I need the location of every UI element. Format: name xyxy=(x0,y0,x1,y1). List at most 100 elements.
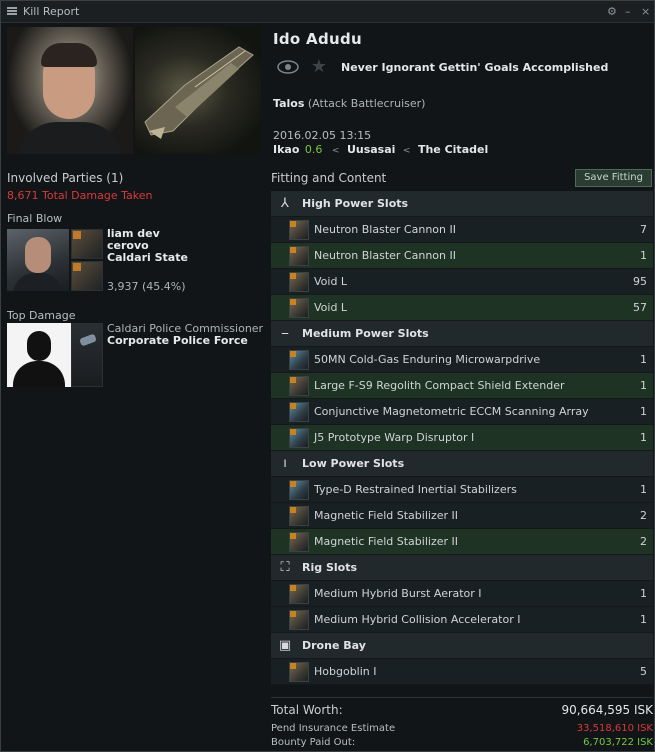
constellation-name[interactable]: Uusasai xyxy=(347,143,395,156)
item-name: Hobgoblin I xyxy=(314,665,377,678)
final-blow-damage-value: 3,937 (45.4%) xyxy=(107,280,186,293)
item-name: Void L xyxy=(314,301,348,314)
mag-stab-icon[interactable] xyxy=(289,506,309,526)
mid-slot-icon: ⎯ xyxy=(281,326,289,341)
security-status: 0.6 xyxy=(304,143,323,156)
fitting-item-row[interactable]: J5 Prototype Warp Disruptor I 1 xyxy=(271,425,653,451)
item-quantity: 1 xyxy=(640,483,647,496)
involved-parties-title: Involved Parties (1) xyxy=(7,171,124,185)
rig-icon[interactable] xyxy=(289,610,309,630)
ship-name[interactable]: Talos xyxy=(273,97,304,110)
tech-tag-icon xyxy=(290,247,296,253)
tech-tag-icon xyxy=(290,299,296,305)
victim-ship-render[interactable] xyxy=(135,27,261,154)
item-quantity: 1 xyxy=(640,431,647,444)
victim-corporation[interactable]: Never Ignorant Gettin' Goals Accomplishe… xyxy=(341,61,608,74)
totals-panel: Total Worth: 90,664,595 ISK Pend Insuran… xyxy=(271,697,653,748)
victim-name[interactable]: Ido Adudu xyxy=(273,30,362,48)
top-damage-corp[interactable]: Corporate Police Force xyxy=(107,335,263,347)
tech-tag-icon xyxy=(290,377,296,383)
section-label: Drone Bay xyxy=(302,639,366,652)
fitting-item-row[interactable]: 50MN Cold-Gas Enduring Microwarpdrive 1 xyxy=(271,347,653,373)
star-icon[interactable]: ★ xyxy=(309,57,329,77)
victim-portrait[interactable] xyxy=(7,27,133,154)
ammo-icon[interactable] xyxy=(289,272,309,292)
close-icon[interactable]: × xyxy=(641,5,650,18)
kill-report-window: Kill Report ⚙ – × Ido Adudu ★ Never Igno… xyxy=(0,0,655,752)
blaster-icon[interactable] xyxy=(289,246,309,266)
fitting-item-row[interactable]: Hobgoblin I 5 xyxy=(271,659,653,685)
fitting-list: ⅄ High Power Slots Neutron Blaster Cannon … xyxy=(271,191,653,685)
top-damage-ship-icon[interactable] xyxy=(71,323,103,387)
item-quantity: 2 xyxy=(640,509,647,522)
microwarpdrive-icon[interactable] xyxy=(289,350,309,370)
chevron-left-icon: < xyxy=(402,146,411,156)
fitting-item-row[interactable]: Neutron Blaster Cannon II 1 xyxy=(271,243,653,269)
save-fitting-button[interactable]: Save Fitting xyxy=(575,169,652,187)
tech-tag-icon xyxy=(290,507,296,513)
final-blow-info: liam dev cerovo Caldari State xyxy=(107,228,188,264)
item-quantity: 57 xyxy=(633,301,647,314)
inertial-stabilizer-icon[interactable] xyxy=(289,480,309,500)
window-title: Kill Report xyxy=(23,5,80,18)
minimize-icon[interactable]: – xyxy=(625,5,631,18)
fitting-item-row[interactable]: Type-D Restrained Inertial Stabilizers 1 xyxy=(271,477,653,503)
tech-tag-icon xyxy=(73,231,81,239)
section-header: ⎯ Medium Power Slots xyxy=(271,321,653,347)
item-name: 50MN Cold-Gas Enduring Microwarpdrive xyxy=(314,353,541,366)
eye-icon[interactable] xyxy=(277,59,299,75)
fitting-item-row[interactable]: Void L 95 xyxy=(271,269,653,295)
drone-icon[interactable] xyxy=(289,662,309,682)
rig-icon[interactable] xyxy=(289,584,309,604)
fitting-item-row[interactable]: Medium Hybrid Burst Aerator I 1 xyxy=(271,581,653,607)
tech-tag-icon xyxy=(290,663,296,669)
top-damage-portrait[interactable] xyxy=(7,323,71,387)
bounty-label: Bounty Paid Out: xyxy=(271,737,356,748)
section-label: Low Power Slots xyxy=(302,457,405,470)
item-name: Neutron Blaster Cannon II xyxy=(314,249,456,262)
mag-stab-icon[interactable] xyxy=(289,532,309,552)
final-blow-damage: 3,937 (45.4%) xyxy=(107,281,186,293)
total-damage-taken: 8,671 Total Damage Taken xyxy=(7,189,153,202)
window-menu-icon[interactable] xyxy=(7,7,17,15)
warp-disruptor-icon[interactable] xyxy=(289,428,309,448)
tech-tag-icon xyxy=(290,221,296,227)
tech-tag-icon xyxy=(290,403,296,409)
final-blow-portrait[interactable] xyxy=(7,229,69,291)
portrait-head xyxy=(25,237,51,273)
ship-line: Talos (Attack Battlecruiser) xyxy=(273,97,425,110)
fitting-item-row[interactable]: Medium Hybrid Collision Accelerator I 1 xyxy=(271,607,653,633)
fitting-item-row[interactable]: Conjunctive Magnetometric ECCM Scanning … xyxy=(271,399,653,425)
shield-extender-icon[interactable] xyxy=(289,376,309,396)
portrait-hair xyxy=(41,43,97,67)
silhouette-body xyxy=(13,361,65,387)
fitting-item-row[interactable]: Magnetic Field Stabilizer II 2 xyxy=(271,503,653,529)
final-blow-weapon-icon[interactable] xyxy=(71,261,103,291)
blaster-icon[interactable] xyxy=(289,220,309,240)
section-label: Medium Power Slots xyxy=(302,327,429,340)
item-name: Void L xyxy=(314,275,348,288)
item-name: Medium Hybrid Collision Accelerator I xyxy=(314,613,521,626)
system-name[interactable]: Ikao xyxy=(273,143,299,156)
kill-datetime: 2016.02.05 13:15 xyxy=(273,129,372,142)
fitting-item-row[interactable]: Neutron Blaster Cannon II 7 xyxy=(271,217,653,243)
fitting-title: Fitting and Content xyxy=(271,171,387,185)
final-blow-faction[interactable]: Caldari State xyxy=(107,252,188,264)
title-bar[interactable]: Kill Report ⚙ – × xyxy=(1,1,654,23)
region-name[interactable]: The Citadel xyxy=(418,143,488,156)
settings-icon[interactable]: ⚙ xyxy=(607,5,617,18)
section-header: ⅄ High Power Slots xyxy=(271,191,653,217)
item-quantity: 5 xyxy=(640,665,647,678)
item-quantity: 1 xyxy=(640,379,647,392)
ammo-icon[interactable] xyxy=(289,298,309,318)
fitting-item-row[interactable]: Large F-S9 Regolith Compact Shield Exten… xyxy=(271,373,653,399)
final-blow-ship-icon[interactable] xyxy=(71,229,103,259)
fitting-item-row[interactable]: Void L 57 xyxy=(271,295,653,321)
portrait-body xyxy=(13,273,63,291)
fitting-item-row[interactable]: Magnetic Field Stabilizer II 2 xyxy=(271,529,653,555)
kill-location: Ikao 0.6 < Uusasai < The Citadel xyxy=(273,143,488,156)
ship-class: (Attack Battlecruiser) xyxy=(307,97,426,110)
item-quantity: 1 xyxy=(640,613,647,626)
eccm-icon[interactable] xyxy=(289,402,309,422)
item-name: Type-D Restrained Inertial Stabilizers xyxy=(314,483,517,496)
